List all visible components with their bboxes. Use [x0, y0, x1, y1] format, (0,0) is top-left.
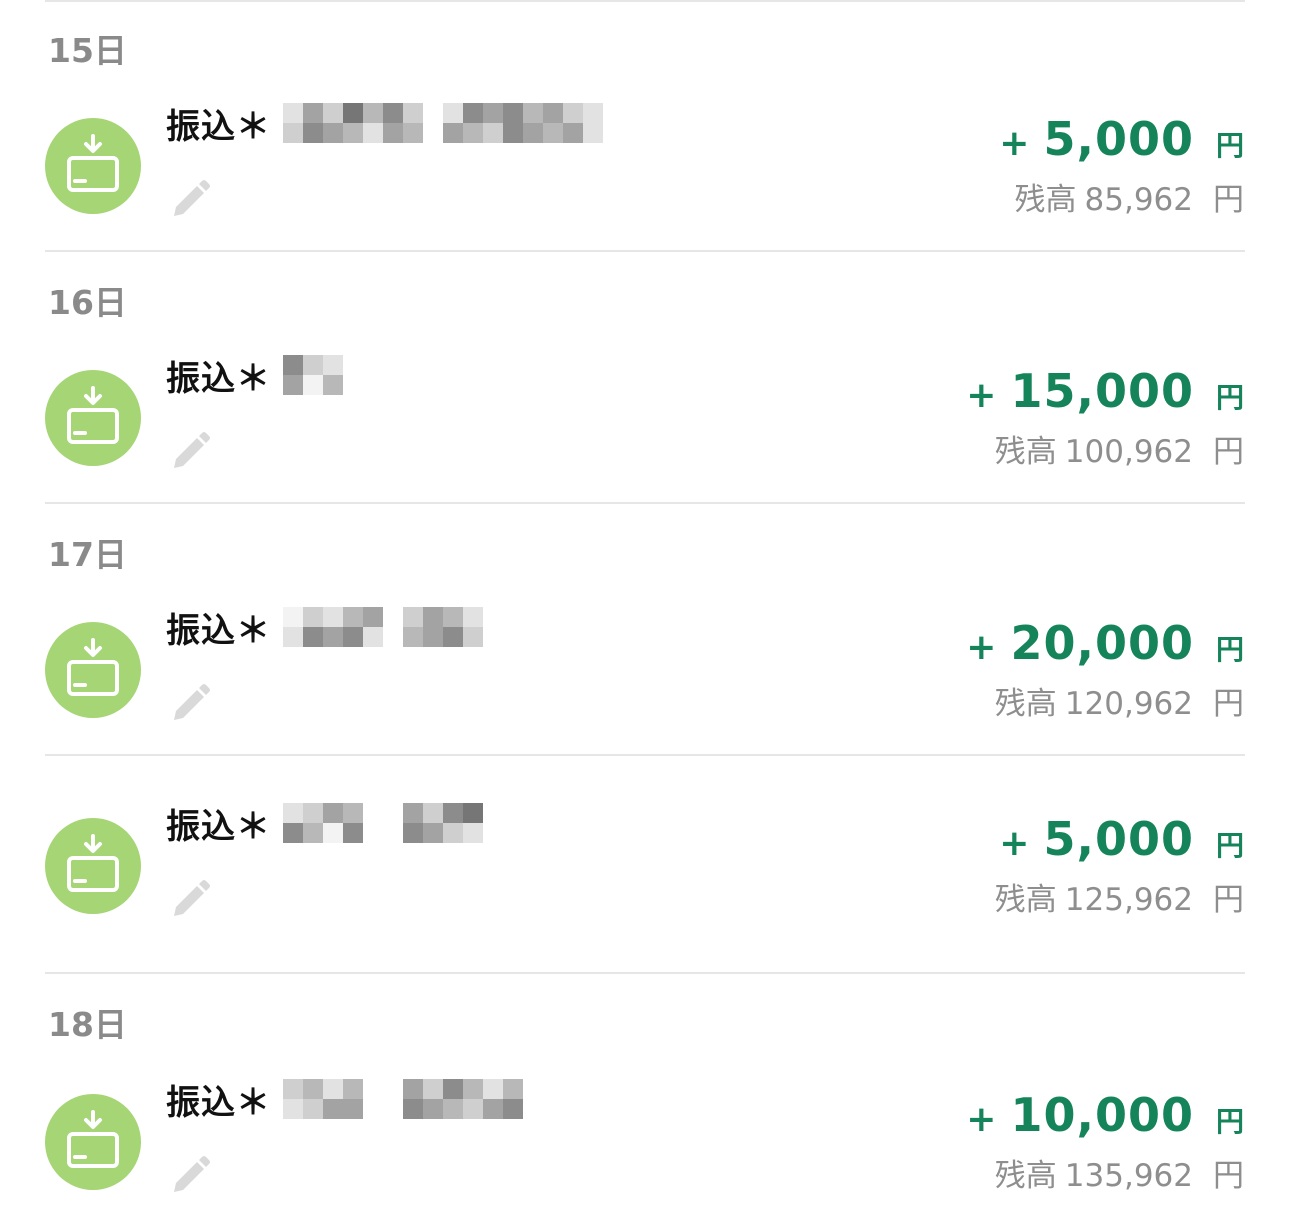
pencil-icon[interactable]: [168, 878, 212, 922]
redacted-name: [283, 607, 483, 647]
deposit-card-icon: [45, 370, 141, 466]
transaction-title: 振込＊: [166, 1082, 271, 1123]
balance-value: 120,962: [1064, 686, 1193, 722]
amount-value: 10,000: [1010, 1088, 1194, 1142]
transaction-title: 振込＊: [166, 610, 271, 651]
day-header: 17日: [48, 535, 127, 574]
balance: 残高 120,962 円: [994, 686, 1244, 722]
deposit-card-icon: [45, 1094, 141, 1190]
balance: 残高 135,962 円: [994, 1158, 1244, 1194]
redacted-name: [283, 103, 603, 143]
transaction-row[interactable]: 振込＊ + 5,000 円 残高 125,962 円: [0, 798, 1290, 938]
transaction-title: 振込＊: [166, 106, 271, 147]
transaction-row[interactable]: 振込＊ + 5,000 円 残高 85,962 円: [0, 98, 1290, 238]
balance-value: 135,962: [1064, 1158, 1193, 1194]
deposit-card-icon: [45, 118, 141, 214]
divider: [45, 972, 1245, 974]
amount-value: 5,000: [1043, 812, 1194, 866]
transaction-title: 振込＊: [166, 358, 271, 399]
balance-value: 85,962: [1084, 182, 1193, 218]
pencil-icon[interactable]: [168, 178, 212, 222]
deposit-card-icon: [45, 818, 141, 914]
redacted-name: [283, 355, 343, 395]
redacted-name: [283, 1079, 523, 1119]
balance-value: 100,962: [1064, 434, 1193, 470]
balance-value: 125,962: [1064, 882, 1193, 918]
pencil-icon[interactable]: [168, 682, 212, 726]
amount-value: 5,000: [1043, 112, 1194, 166]
divider: [45, 754, 1245, 756]
amount: + 20,000 円: [966, 616, 1244, 670]
transaction-row[interactable]: 振込＊ + 10,000 円 残高 135,962 円: [0, 1074, 1290, 1214]
balance: 残高 100,962 円: [994, 434, 1244, 470]
day-header: 18日: [48, 1005, 127, 1044]
balance: 残高 85,962 円: [1014, 182, 1244, 218]
amount: + 5,000 円: [999, 112, 1244, 166]
pencil-icon[interactable]: [168, 1154, 212, 1198]
redacted-name: [283, 803, 483, 843]
balance: 残高 125,962 円: [994, 882, 1244, 918]
pencil-icon[interactable]: [168, 430, 212, 474]
amount: + 5,000 円: [999, 812, 1244, 866]
transaction-row[interactable]: 振込＊ + 15,000 円 残高 100,962 円: [0, 350, 1290, 490]
day-header: 16日: [48, 283, 127, 322]
amount: + 15,000 円: [966, 364, 1244, 418]
day-header: 15日: [48, 31, 127, 70]
deposit-card-icon: [45, 622, 141, 718]
amount: + 10,000 円: [966, 1088, 1244, 1142]
transaction-title: 振込＊: [166, 806, 271, 847]
divider: [45, 0, 1245, 2]
amount-value: 15,000: [1010, 364, 1194, 418]
divider: [45, 250, 1245, 252]
divider: [45, 502, 1245, 504]
transaction-row[interactable]: 振込＊ + 20,000 円 残高 120,962 円: [0, 602, 1290, 742]
amount-value: 20,000: [1010, 616, 1194, 670]
